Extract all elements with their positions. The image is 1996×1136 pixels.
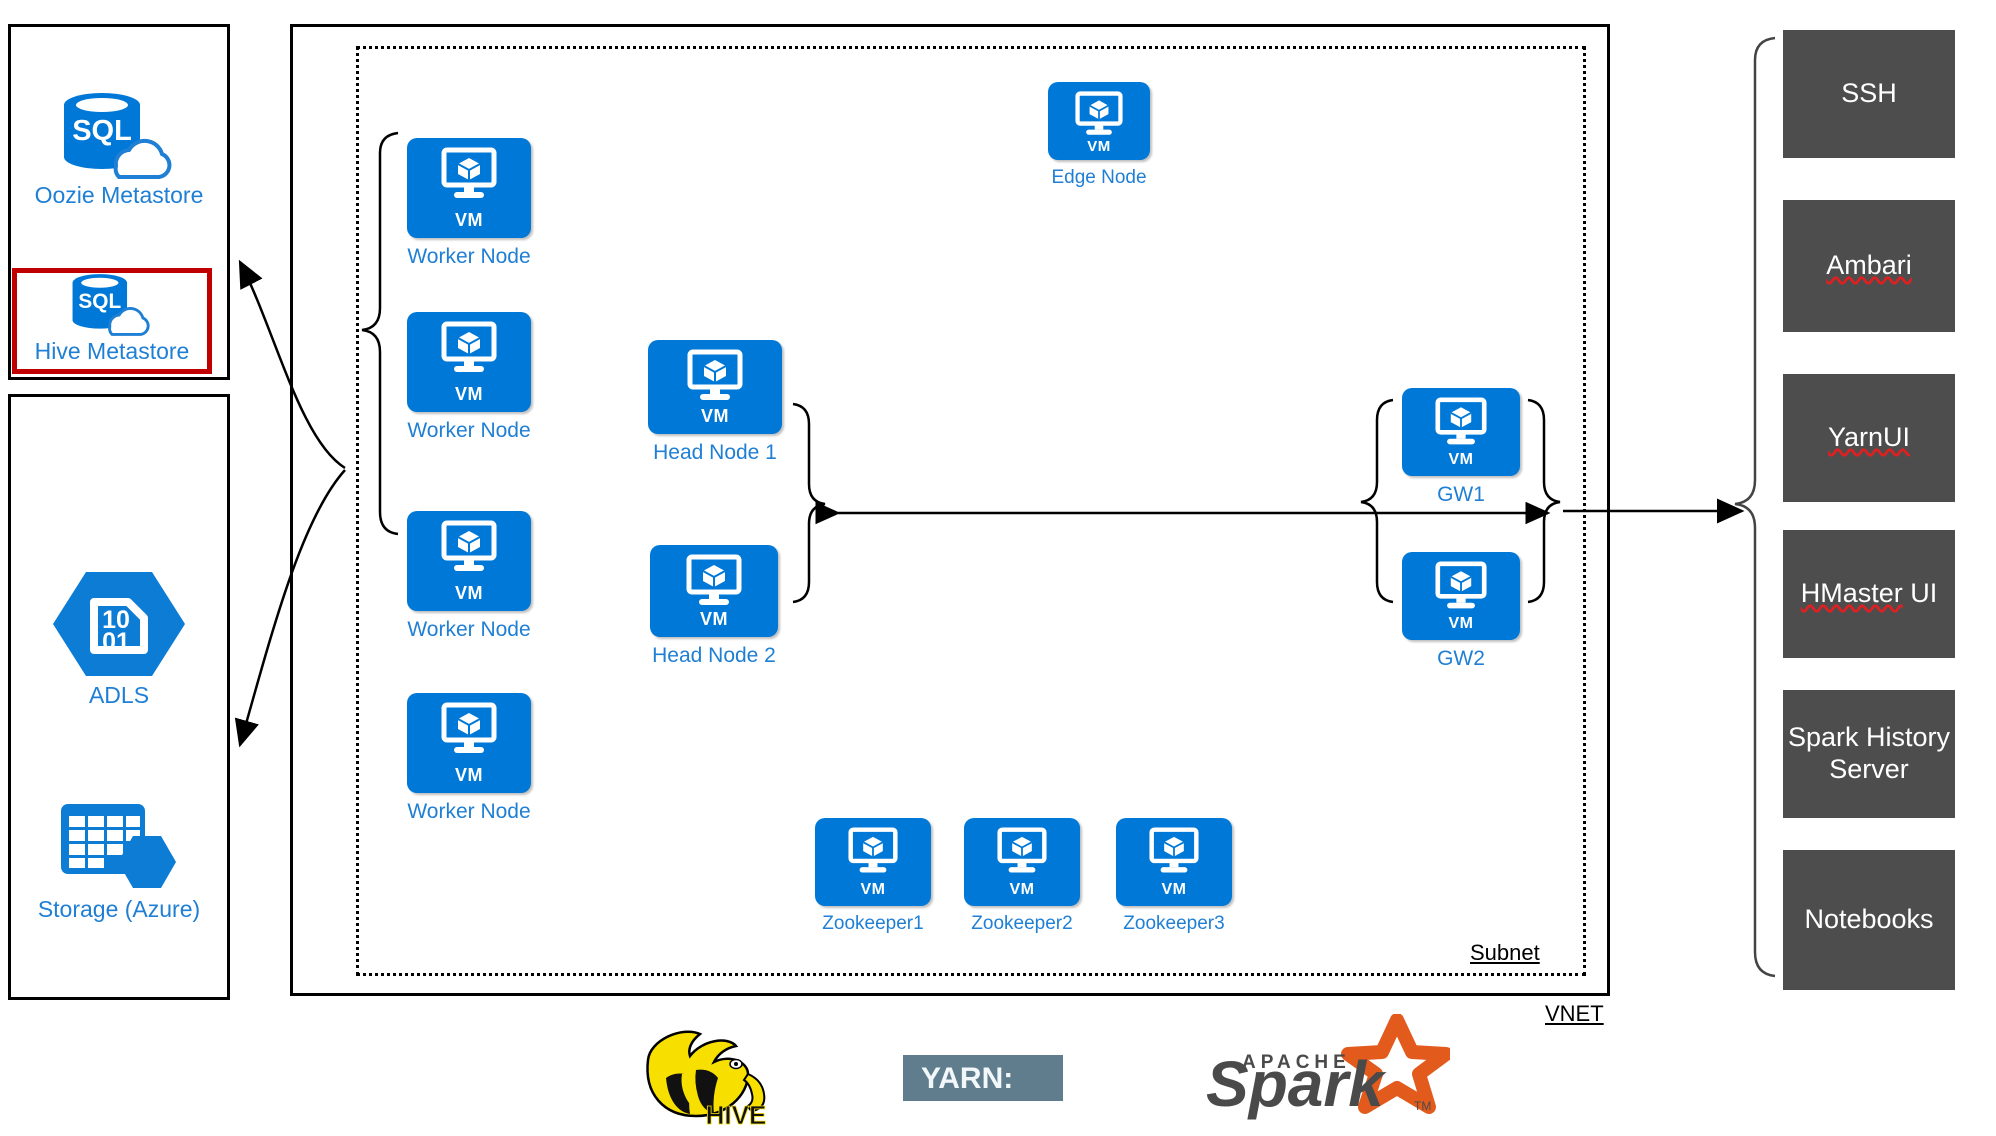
endpoint-label: YarnUI [1827, 422, 1911, 453]
worker-node-1[interactable]: VM Worker Node [407, 138, 531, 269]
monitor-cube-icon [1149, 827, 1199, 873]
vm-icon: VM [1402, 552, 1520, 640]
worker-node-4[interactable]: VM Worker Node [407, 693, 531, 824]
vm-icon: VM [407, 693, 531, 793]
endpoint-label-b: UI [1902, 578, 1938, 609]
vm-badge: VM [701, 406, 729, 426]
monitor-cube-icon [441, 702, 497, 753]
hive-metastore-content: SQL Hive Metastore [22, 272, 202, 365]
gateway-2[interactable]: VM GW2 [1402, 552, 1520, 671]
svg-text:HIVE: HIVE [706, 1100, 767, 1130]
vm-badge: VM [700, 609, 728, 629]
head-node-label: Head Node 2 [652, 644, 776, 667]
head-node-label: Head Node 1 [653, 441, 777, 464]
endpoint-ssh[interactable]: SSH [1783, 30, 1955, 158]
vm-badge: VM [455, 210, 483, 230]
vm-badge: VM [860, 881, 886, 898]
zookeeper-label: Zookeeper3 [1123, 913, 1225, 934]
oozie-metastore[interactable]: SQL Oozie Metastore [30, 90, 208, 209]
endpoint-label: SSH [1841, 78, 1897, 109]
sql-database-cloud-icon: SQL [30, 90, 208, 182]
svg-text:TM: TM [1414, 1099, 1431, 1113]
vm-icon: VM [407, 511, 531, 611]
gateway-1[interactable]: VM GW1 [1402, 388, 1520, 507]
zookeeper-label: Zookeeper2 [971, 913, 1073, 934]
monitor-cube-icon [1075, 91, 1123, 135]
vm-badge: VM [455, 765, 483, 785]
monitor-cube-icon [441, 147, 497, 198]
vm-icon: VM [1116, 818, 1232, 906]
svg-text:SQL: SQL [72, 115, 132, 147]
svg-text:YARN:: YARN: [921, 1062, 1013, 1095]
head-node-2[interactable]: VM Head Node 2 [650, 545, 778, 668]
head-node-1[interactable]: VM Head Node 1 [648, 340, 782, 465]
endpoint-label: Notebooks [1804, 904, 1934, 935]
storage-azure[interactable]: Storage (Azure) [22, 800, 216, 923]
endpoint-notebooks[interactable]: Notebooks [1783, 850, 1955, 990]
endpoint-ambari[interactable]: Ambari [1783, 200, 1955, 332]
worker-node-2[interactable]: VM Worker Node [407, 312, 531, 443]
vm-badge: VM [1009, 881, 1035, 898]
svg-text:01: 01 [102, 628, 130, 656]
vm-badge: VM [455, 583, 483, 603]
zookeeper-2[interactable]: VM Zookeeper2 [964, 818, 1080, 935]
oozie-metastore-label: Oozie Metastore [34, 182, 204, 208]
adls[interactable]: 10 01 ADLS [30, 566, 208, 709]
edge-node-label: Edge Node [1051, 167, 1147, 188]
endpoint-spark-history-server[interactable]: Spark History Server [1783, 690, 1955, 818]
monitor-cube-icon [686, 554, 742, 605]
svg-text:SQL: SQL [78, 290, 121, 313]
monitor-cube-icon [441, 520, 497, 571]
vm-icon: VM [407, 138, 531, 238]
adls-label: ADLS [88, 682, 150, 708]
endpoint-label: Ambari [1826, 250, 1912, 281]
hive-metastore-label: Hive Metastore [34, 338, 190, 364]
monitor-cube-icon [997, 827, 1047, 873]
azure-storage-table-icon [22, 800, 216, 896]
vm-icon: VM [648, 340, 782, 434]
sql-database-cloud-icon: SQL [22, 272, 202, 338]
endpoint-label: Spark History Server [1787, 722, 1951, 784]
gateway-label: GW1 [1437, 483, 1485, 506]
endpoint-yarnui[interactable]: YarnUI [1783, 374, 1955, 502]
subnet-label: Subnet [1470, 940, 1540, 965]
vm-icon: VM [815, 818, 931, 906]
vm-badge: VM [1087, 138, 1111, 155]
adls-hexagon-icon: 10 01 [30, 566, 208, 682]
endpoint-label-wrap: HMaster UI [1801, 578, 1938, 610]
vm-badge: VM [455, 384, 483, 404]
vm-icon: VM [650, 545, 778, 637]
endpoint-hmaster-ui[interactable]: HMaster UI [1783, 530, 1955, 658]
worker-node-3[interactable]: VM Worker Node [407, 511, 531, 642]
svg-text:Spark: Spark [1206, 1048, 1387, 1120]
vm-badge: VM [1161, 881, 1187, 898]
apache-hive-logo: HIVE [630, 1020, 790, 1130]
vm-badge: VM [1448, 451, 1474, 468]
vm-icon: VM [1402, 388, 1520, 476]
monitor-cube-icon [1435, 397, 1487, 445]
worker-node-label: Worker Node [407, 618, 531, 641]
storage-azure-label: Storage (Azure) [37, 896, 201, 922]
edge-node[interactable]: VM Edge Node [1048, 82, 1150, 189]
vm-icon: VM [407, 312, 531, 412]
worker-node-label: Worker Node [407, 245, 531, 268]
endpoint-label-a: HMaster [1800, 578, 1903, 609]
monitor-cube-icon [1435, 561, 1487, 609]
worker-node-label: Worker Node [407, 800, 531, 823]
monitor-cube-icon [848, 827, 898, 873]
vm-icon: VM [1048, 82, 1150, 160]
zookeeper-1[interactable]: VM Zookeeper1 [815, 818, 931, 935]
gateway-label: GW2 [1437, 647, 1485, 670]
vm-badge: VM [1448, 615, 1474, 632]
worker-node-label: Worker Node [407, 419, 531, 442]
monitor-cube-icon [441, 321, 497, 372]
apache-yarn-logo: YARN: [903, 1055, 1063, 1101]
monitor-cube-icon [687, 349, 743, 400]
apache-spark-logo: APACHE Spark TM [1200, 1013, 1453, 1122]
vnet-label: VNET [1545, 1001, 1604, 1026]
vm-icon: VM [964, 818, 1080, 906]
zookeeper-3[interactable]: VM Zookeeper3 [1116, 818, 1232, 935]
zookeeper-label: Zookeeper1 [822, 913, 924, 934]
